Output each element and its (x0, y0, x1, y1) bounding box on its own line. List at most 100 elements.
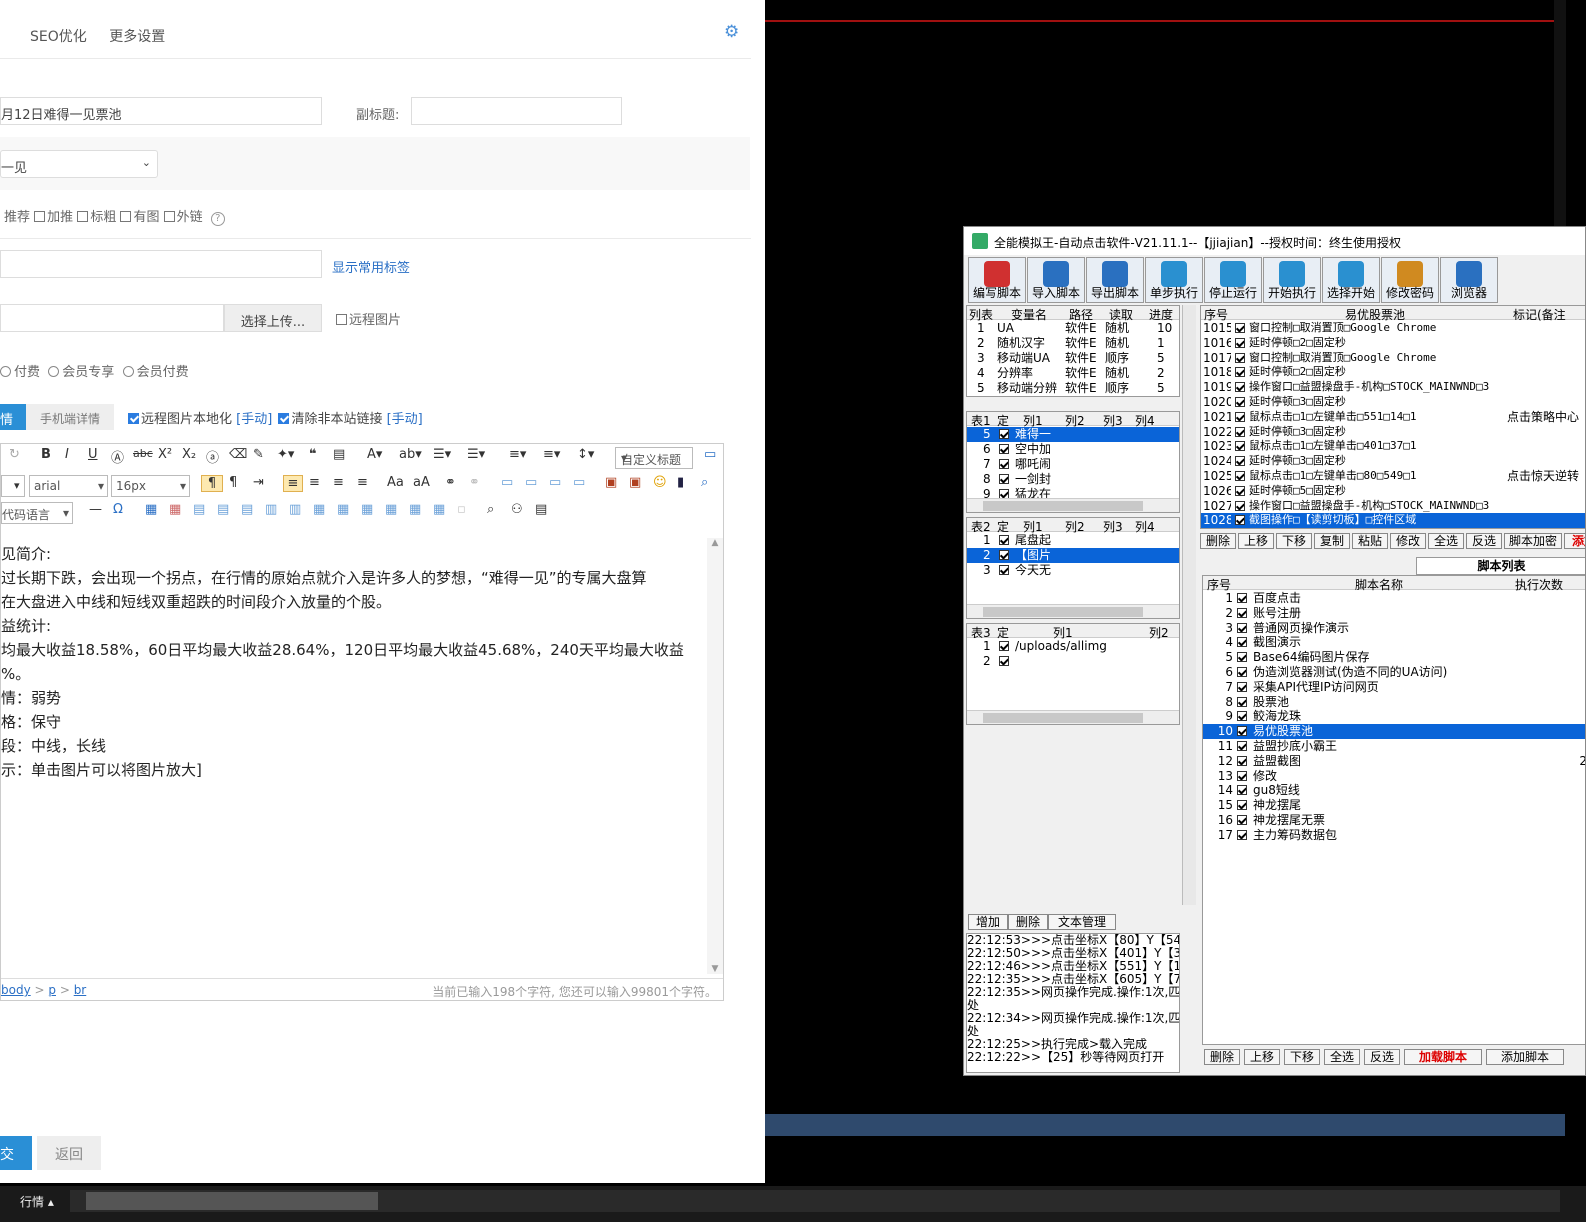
checkbox[interactable] (999, 641, 1009, 651)
highlight-icon[interactable]: ab▾ (399, 447, 422, 462)
table-row[interactable]: 5 难得一 (967, 427, 1179, 442)
quote-icon[interactable]: ❝ (309, 447, 317, 462)
refresh-tool-button[interactable]: 导入脚本 (1027, 257, 1085, 303)
script-row[interactable]: 14 gu8短线 (1203, 783, 1585, 798)
back-button[interactable]: 返回 (37, 1136, 101, 1170)
merge-down-icon[interactable]: ▦ (361, 502, 373, 517)
play-tool-button[interactable]: 开始执行 (1263, 257, 1321, 303)
script-row[interactable]: 1 百度点击 (1203, 591, 1585, 606)
step-row[interactable]: 1023 鼠标点击□1□左键单击□401□37□1 (1201, 439, 1585, 454)
table-1-hscroll[interactable] (967, 498, 1179, 512)
table-row[interactable]: 6 空中加 (967, 442, 1179, 457)
radio[interactable] (0, 366, 11, 377)
step-row[interactable]: 1028 截图操作□【读剪切板】□控件区域 (1201, 513, 1585, 528)
split-cols-icon[interactable]: ▦ (433, 502, 445, 517)
checkbox[interactable] (1237, 755, 1247, 766)
table-icon[interactable]: ▦ (145, 502, 157, 517)
checkbox[interactable] (1237, 711, 1247, 722)
undo-arrow-tool-button[interactable]: 导出脚本 (1086, 257, 1144, 303)
manual-link[interactable]: [手动] (387, 412, 423, 427)
script-button[interactable]: 全选 (1324, 1049, 1360, 1065)
checkbox[interactable] (1235, 411, 1245, 422)
scroll-thumb[interactable] (983, 713, 1143, 723)
format-icon[interactable]: ⓐ (206, 447, 219, 466)
image-center-icon[interactable]: ▭ (573, 475, 585, 490)
format-brush-icon[interactable]: ✎ (253, 447, 264, 462)
step-button[interactable]: 下移 (1276, 533, 1312, 549)
merge-right-icon[interactable]: ▦ (337, 502, 349, 517)
table-row[interactable]: 1 尾盘起 (967, 533, 1179, 548)
bold-icon[interactable]: B (41, 447, 51, 462)
script-row[interactable]: 8 股票池 (1203, 695, 1585, 710)
editor-content[interactable]: 见简介: 过长期下跌，会出现一个拐点，在行情的原始点就介入是许多人的梦想，“难得… (1, 542, 707, 975)
script-row[interactable]: 5 Base64编码图片保存 (1203, 650, 1585, 665)
row-spacing-bottom-icon[interactable]: ≡▾ (543, 447, 560, 462)
globe-tool-button[interactable]: 浏览器 (1440, 257, 1498, 303)
preview-icon[interactable]: ⚇ (511, 502, 523, 517)
delete-row-icon[interactable]: ▤ (241, 502, 253, 517)
font-family-select[interactable]: arial ▾ (29, 475, 108, 497)
variable-row[interactable]: 2 随机汉字 软件E 随机 1 (967, 336, 1179, 351)
scroll-up-icon[interactable]: ▲ (707, 538, 723, 548)
fast-forward-tool-button[interactable]: 选择开始 (1322, 257, 1380, 303)
checkbox[interactable] (999, 565, 1009, 575)
checkbox[interactable] (1237, 637, 1247, 648)
video-icon[interactable]: ▮ (677, 475, 684, 490)
script-row[interactable]: 12 益盟截图 2 (1203, 754, 1585, 769)
step-button[interactable]: 添加 (1564, 533, 1585, 549)
template-icon[interactable]: ▫ (457, 502, 466, 517)
table-row[interactable]: 3 今天无 (967, 563, 1179, 578)
tab-detail[interactable]: 情 (0, 404, 26, 430)
checkbox[interactable] (1235, 441, 1245, 452)
path-br[interactable]: br (74, 983, 87, 997)
checkbox[interactable] (1237, 741, 1247, 751)
checkbox[interactable] (336, 314, 347, 325)
checkbox[interactable] (1235, 352, 1245, 363)
checkbox[interactable] (1237, 696, 1247, 707)
script-button[interactable]: 添加脚本 (1486, 1049, 1564, 1065)
script-row[interactable]: 17 主力筹码数据包 (1203, 828, 1585, 843)
scroll-thumb[interactable] (983, 607, 1143, 617)
fullscreen-icon[interactable]: ▭ (704, 447, 716, 462)
auto-format-icon[interactable]: ✦▾ (277, 447, 294, 462)
script-row[interactable]: 16 神龙摆尾无票 (1203, 813, 1585, 828)
checkbox[interactable] (1237, 681, 1247, 692)
checkbox[interactable] (999, 535, 1009, 545)
checkbox[interactable] (1235, 471, 1245, 481)
checkbox[interactable] (1237, 652, 1247, 663)
checkbox[interactable] (1237, 667, 1247, 677)
flag-push[interactable]: 加推 (34, 210, 73, 225)
insert-paragraph-icon[interactable]: ▤ (193, 502, 205, 517)
ltr-icon[interactable]: ¶ (201, 475, 223, 492)
rtl-icon[interactable]: ¶ (229, 475, 237, 490)
checkbox[interactable] (1235, 323, 1245, 333)
step-row[interactable]: 1027 操作窗口□益盟操盘手-机构□STOCK_MAINWND□3 (1201, 499, 1585, 514)
step-row[interactable]: 1025 鼠标点击□1□左键单击□80□549□1 点击惊天逆转 (1201, 469, 1585, 484)
row-spacing-top-icon[interactable]: ≡▾ (509, 447, 526, 462)
font-size-select[interactable]: 16px ▾ (111, 475, 190, 497)
checkbox[interactable] (999, 656, 1009, 666)
checkbox[interactable] (1237, 829, 1247, 840)
tab-more-settings[interactable]: 更多设置 (109, 29, 165, 45)
table-2-hscroll[interactable] (967, 604, 1179, 618)
align-center-icon[interactable]: ≡ (309, 475, 320, 490)
script-row[interactable]: 13 修改 (1203, 769, 1585, 784)
manual-link[interactable]: [手动] (236, 412, 272, 427)
split-cells-icon[interactable]: ▦ (385, 502, 397, 517)
text-button[interactable]: 删除 (1008, 914, 1048, 930)
redo-icon[interactable]: ↻ (9, 447, 20, 462)
pay-option-paid[interactable]: 付费 (0, 365, 40, 380)
checkbox[interactable] (278, 413, 290, 424)
emoji-icon[interactable]: ☺ (653, 475, 667, 490)
text-button[interactable]: 文本管理 (1048, 914, 1116, 930)
step-row[interactable]: 1026 延时停顿□5□固定秒 (1201, 484, 1585, 499)
script-button[interactable]: 删除 (1204, 1049, 1240, 1065)
taskbar-item-quotes[interactable]: 行情 ▴ (0, 1190, 70, 1212)
checkbox[interactable] (1237, 607, 1247, 618)
checkbox[interactable] (999, 444, 1009, 454)
script-row[interactable]: 3 普通网页操作演示 (1203, 621, 1585, 636)
flag-recommend[interactable]: 推荐 (4, 210, 30, 225)
custom-title-select[interactable]: 自定义标题 ▾ (615, 447, 693, 469)
horizontal-scrollbar[interactable] (70, 1190, 1560, 1212)
checkbox[interactable] (1235, 456, 1245, 467)
